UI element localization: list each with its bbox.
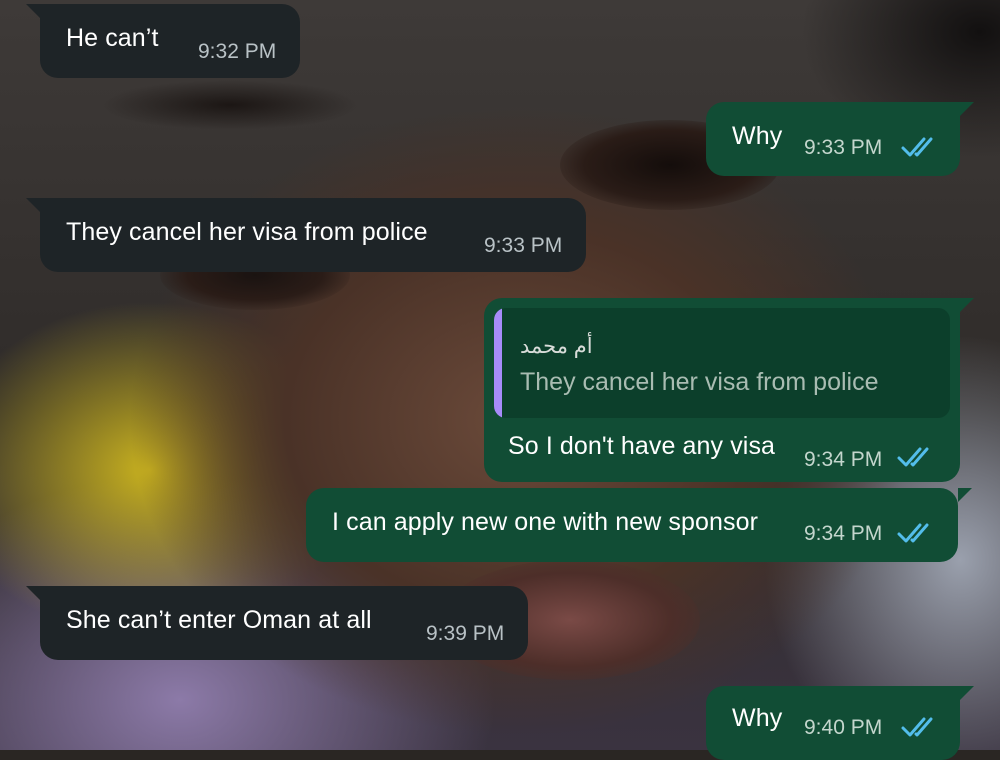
- message-bubble-incoming[interactable]: He can’t 9:32 PM: [26, 4, 300, 78]
- message-time: 9:33 PM: [484, 234, 563, 257]
- message-bubble-outgoing-reply[interactable]: أم محمد They cancel her visa from police…: [484, 298, 974, 482]
- message-bubble-outgoing[interactable]: I can apply new one with new sponsor 9:3…: [306, 488, 972, 562]
- double-check-read-icon: [901, 717, 933, 737]
- message-bubble-outgoing[interactable]: Why 9:40 PM: [706, 686, 974, 760]
- quoted-text: They cancel her visa from police: [520, 368, 879, 396]
- quoted-message[interactable]: أم محمد They cancel her visa from police: [494, 308, 950, 418]
- message-bubble-incoming[interactable]: They cancel her visa from police 9:33 PM: [26, 198, 586, 272]
- double-check-read-icon: [897, 447, 929, 467]
- quoted-author: أم محمد: [520, 335, 593, 358]
- message-time: 9:40 PM: [804, 716, 883, 739]
- message-text: So I don't have any visa: [508, 432, 776, 460]
- message-text: They cancel her visa from police: [66, 218, 428, 246]
- message-time: 9:34 PM: [804, 522, 883, 545]
- message-text: I can apply new one with new sponsor: [332, 508, 759, 536]
- message-text: He can’t: [66, 24, 159, 52]
- message-time: 9:34 PM: [804, 448, 883, 471]
- double-check-read-icon: [897, 523, 929, 543]
- message-time: 9:39 PM: [426, 622, 505, 645]
- message-bubble-outgoing[interactable]: Why 9:33 PM: [706, 102, 974, 176]
- message-time: 9:33 PM: [804, 136, 883, 159]
- message-text: She can’t enter Oman at all: [66, 606, 372, 634]
- double-check-read-icon: [901, 137, 933, 157]
- quote-accent-bar: [494, 308, 502, 418]
- message-text: Why: [732, 122, 783, 150]
- message-text: Why: [732, 704, 783, 732]
- message-time: 9:32 PM: [198, 40, 277, 63]
- message-bubble-incoming[interactable]: She can’t enter Oman at all 9:39 PM: [26, 586, 528, 660]
